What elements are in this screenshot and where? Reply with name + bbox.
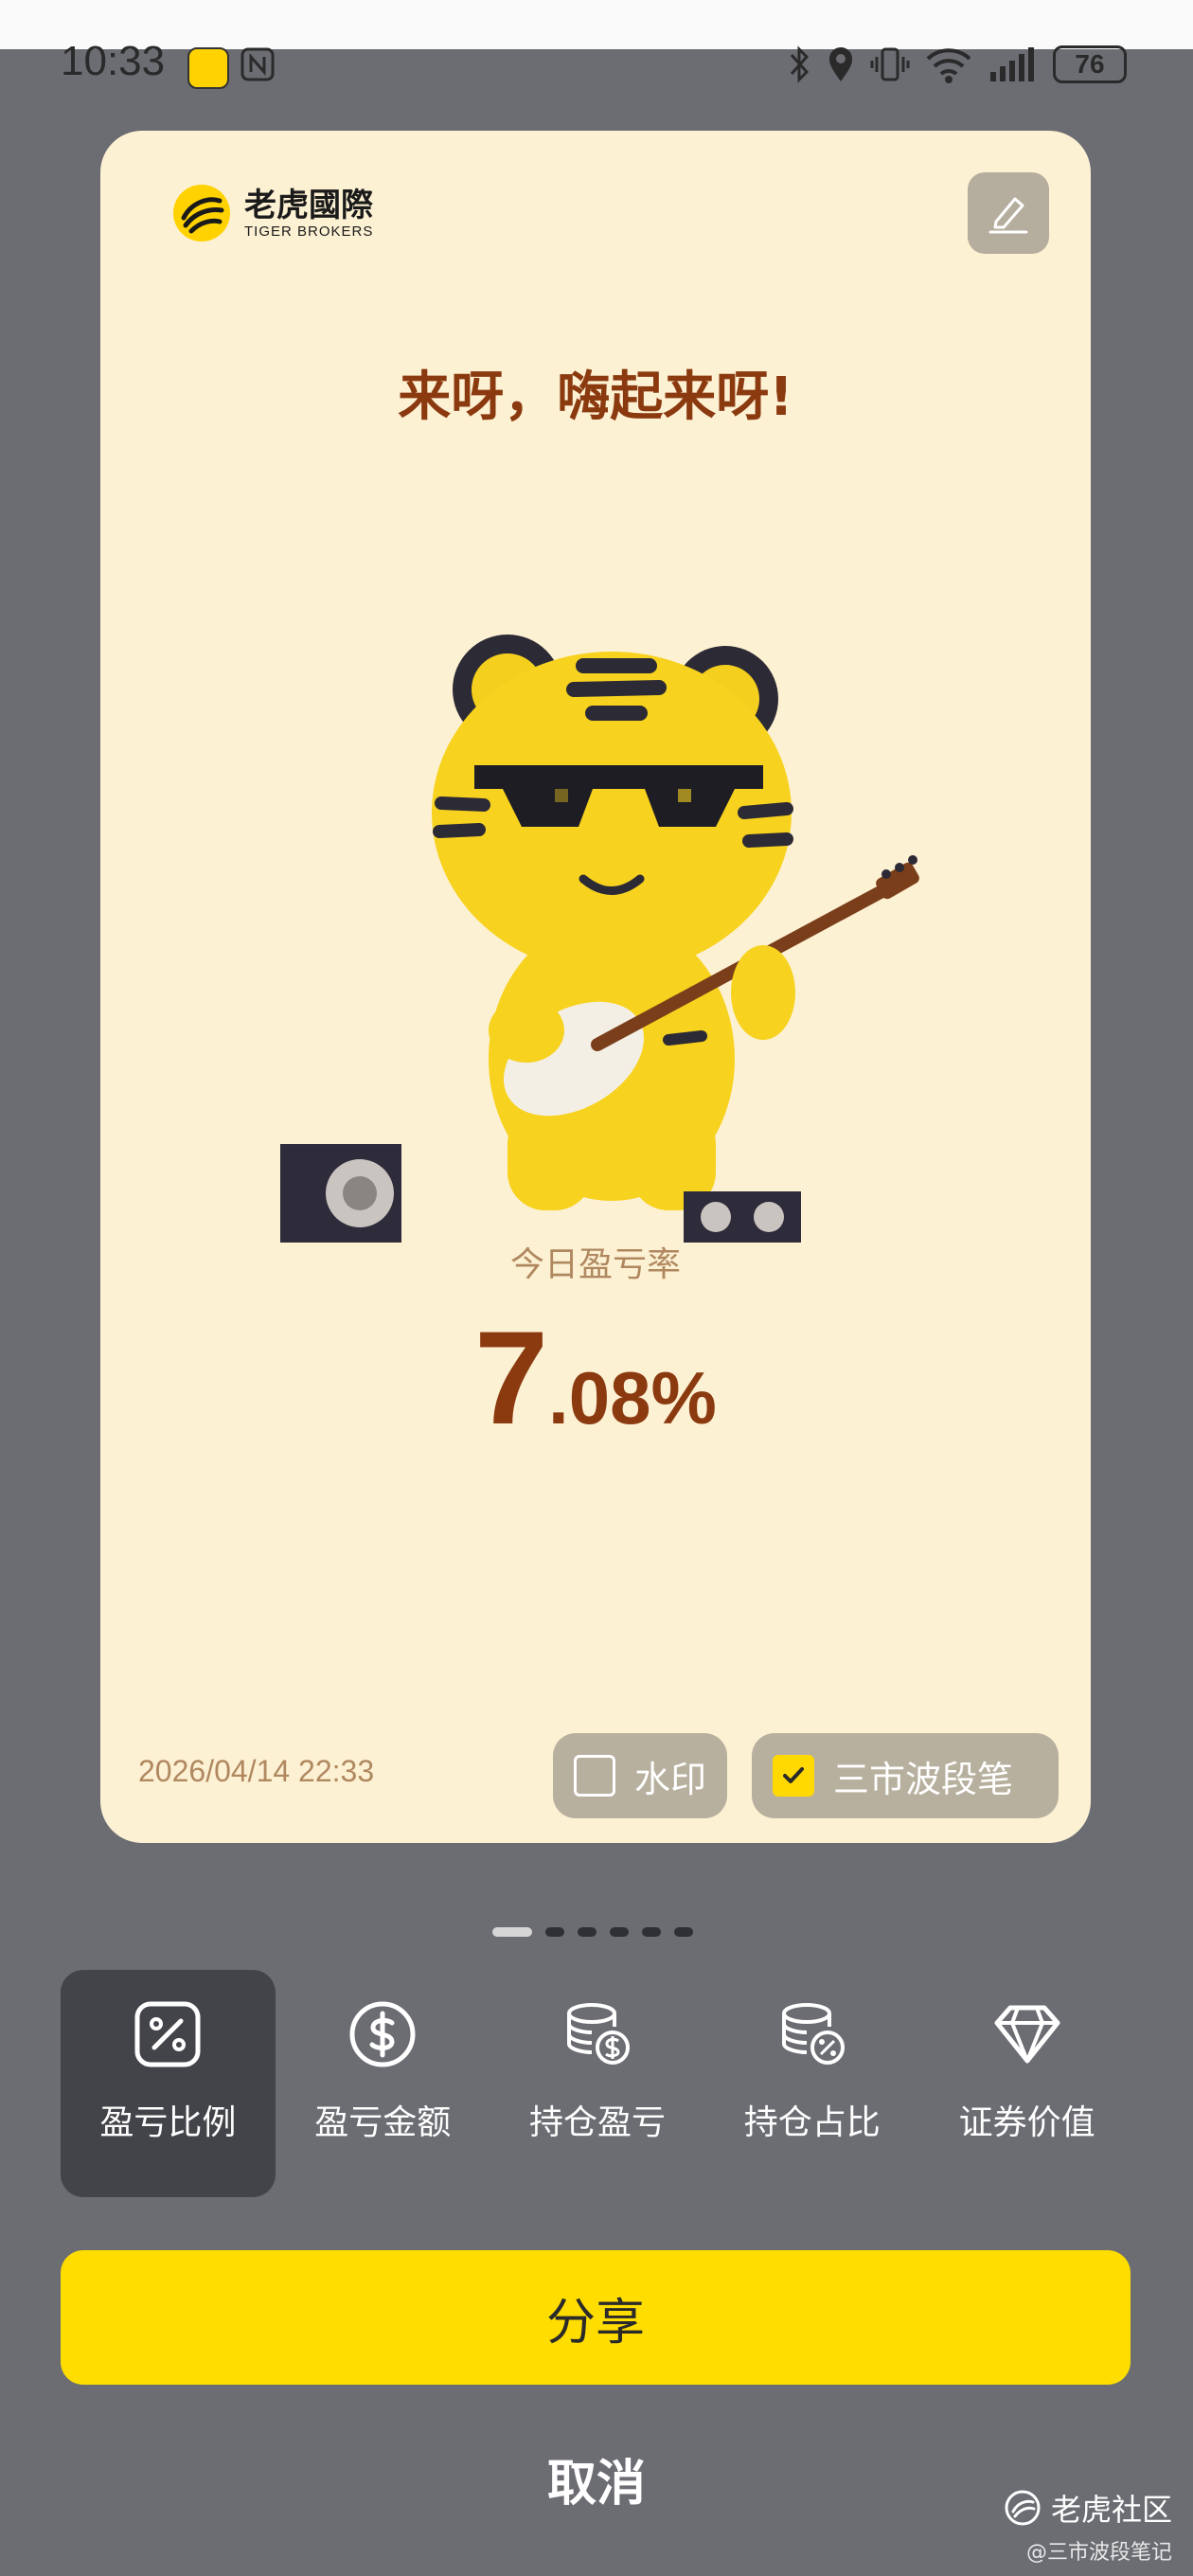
- tab-label: 持仓占比: [743, 2103, 881, 2142]
- percent-icon: [134, 2001, 201, 2067]
- tiger-logo-icon: [173, 185, 230, 242]
- carousel-dot-active[interactable]: [492, 1927, 532, 1937]
- battery-indicator: 76: [1053, 45, 1127, 83]
- metric-value-integer: 7: [474, 1303, 549, 1452]
- coins-dollar-icon: [566, 2003, 630, 2065]
- tab-security-value[interactable]: 证券价值: [919, 1970, 1134, 2197]
- tab-pnl-amount[interactable]: 盈亏金额: [276, 1970, 490, 2197]
- tab-position-share[interactable]: 持仓占比: [704, 1970, 919, 2197]
- brand-logo: 老虎國際 TIGER BROKERS: [172, 184, 373, 242]
- username-checkbox[interactable]: [773, 1755, 814, 1797]
- card-headline: 来呀，嗨起来呀!: [398, 367, 793, 428]
- carousel-dot[interactable]: [545, 1927, 564, 1937]
- carousel-indicator: [492, 1927, 693, 1937]
- bluetooth-icon: [790, 45, 810, 83]
- card-timestamp: 2026/04/14 22:33: [138, 1754, 375, 1788]
- carousel-dot[interactable]: [674, 1927, 693, 1937]
- watermark-checkbox[interactable]: [574, 1755, 615, 1797]
- dollar-icon: [349, 2001, 416, 2067]
- watermark-handle: @三市波段笔记: [1025, 2541, 1172, 2565]
- signal-icon: [990, 47, 1034, 81]
- vibrate-icon: [870, 47, 910, 81]
- metric-type-tabs: 盈亏比例 盈亏金额 持仓盈亏 持仓占比 证券价值: [61, 1970, 1134, 2197]
- edit-button[interactable]: [968, 172, 1049, 254]
- tiger-app-notification-icon: [187, 47, 229, 89]
- carousel-dot[interactable]: [610, 1927, 629, 1937]
- tab-label: 盈亏比例: [99, 2103, 237, 2142]
- watermark-community-name: 老虎社区: [1050, 2492, 1172, 2528]
- metric-label: 今日盈亏率: [509, 1245, 681, 1284]
- username-toggle[interactable]: 三市波段笔: [752, 1733, 1059, 1818]
- status-bar: 10:33 76: [0, 38, 1193, 97]
- brand-name-en: TIGER BROKERS: [244, 223, 374, 240]
- tiger-mascot-guitar-illustration: [280, 635, 919, 1243]
- tab-position-pnl[interactable]: 持仓盈亏: [490, 1970, 705, 2197]
- tab-pnl-ratio[interactable]: 盈亏比例: [61, 1970, 276, 2197]
- watermark-label: 水印: [634, 1758, 707, 1800]
- check-icon: [783, 1767, 804, 1783]
- tiger-community-logo-icon: [1005, 2490, 1041, 2526]
- brand-name-cn: 老虎國際: [244, 186, 373, 224]
- wifi-icon: [926, 48, 971, 83]
- share-card: 老虎國際 TIGER BROKERS 来呀，嗨起来呀! 今日盈亏率 7.08% …: [100, 131, 1091, 1843]
- location-icon: [829, 47, 852, 81]
- nfc-icon: [240, 47, 275, 81]
- username-label: 三市波段笔: [833, 1758, 1014, 1800]
- diamond-icon: [994, 2005, 1060, 2064]
- share-button[interactable]: 分享: [61, 2250, 1131, 2385]
- metric-value: 7.08%: [100, 1301, 1091, 1455]
- metric-value-fraction: .08%: [548, 1356, 717, 1440]
- tab-label: 盈亏金额: [314, 2103, 452, 2142]
- tab-label: 证券价值: [958, 2103, 1095, 2142]
- edit-icon: [988, 197, 1028, 234]
- carousel-dot[interactable]: [642, 1927, 661, 1937]
- coins-percent-icon: [781, 2003, 845, 2065]
- carousel-dot[interactable]: [578, 1927, 596, 1937]
- status-time: 10:33: [61, 38, 166, 84]
- community-watermark: 老虎社区 @三市波段笔记: [1004, 2486, 1172, 2566]
- tab-label: 持仓盈亏: [528, 2103, 666, 2142]
- watermark-toggle[interactable]: 水印: [553, 1733, 727, 1818]
- status-right-icons: 76: [788, 44, 1127, 85]
